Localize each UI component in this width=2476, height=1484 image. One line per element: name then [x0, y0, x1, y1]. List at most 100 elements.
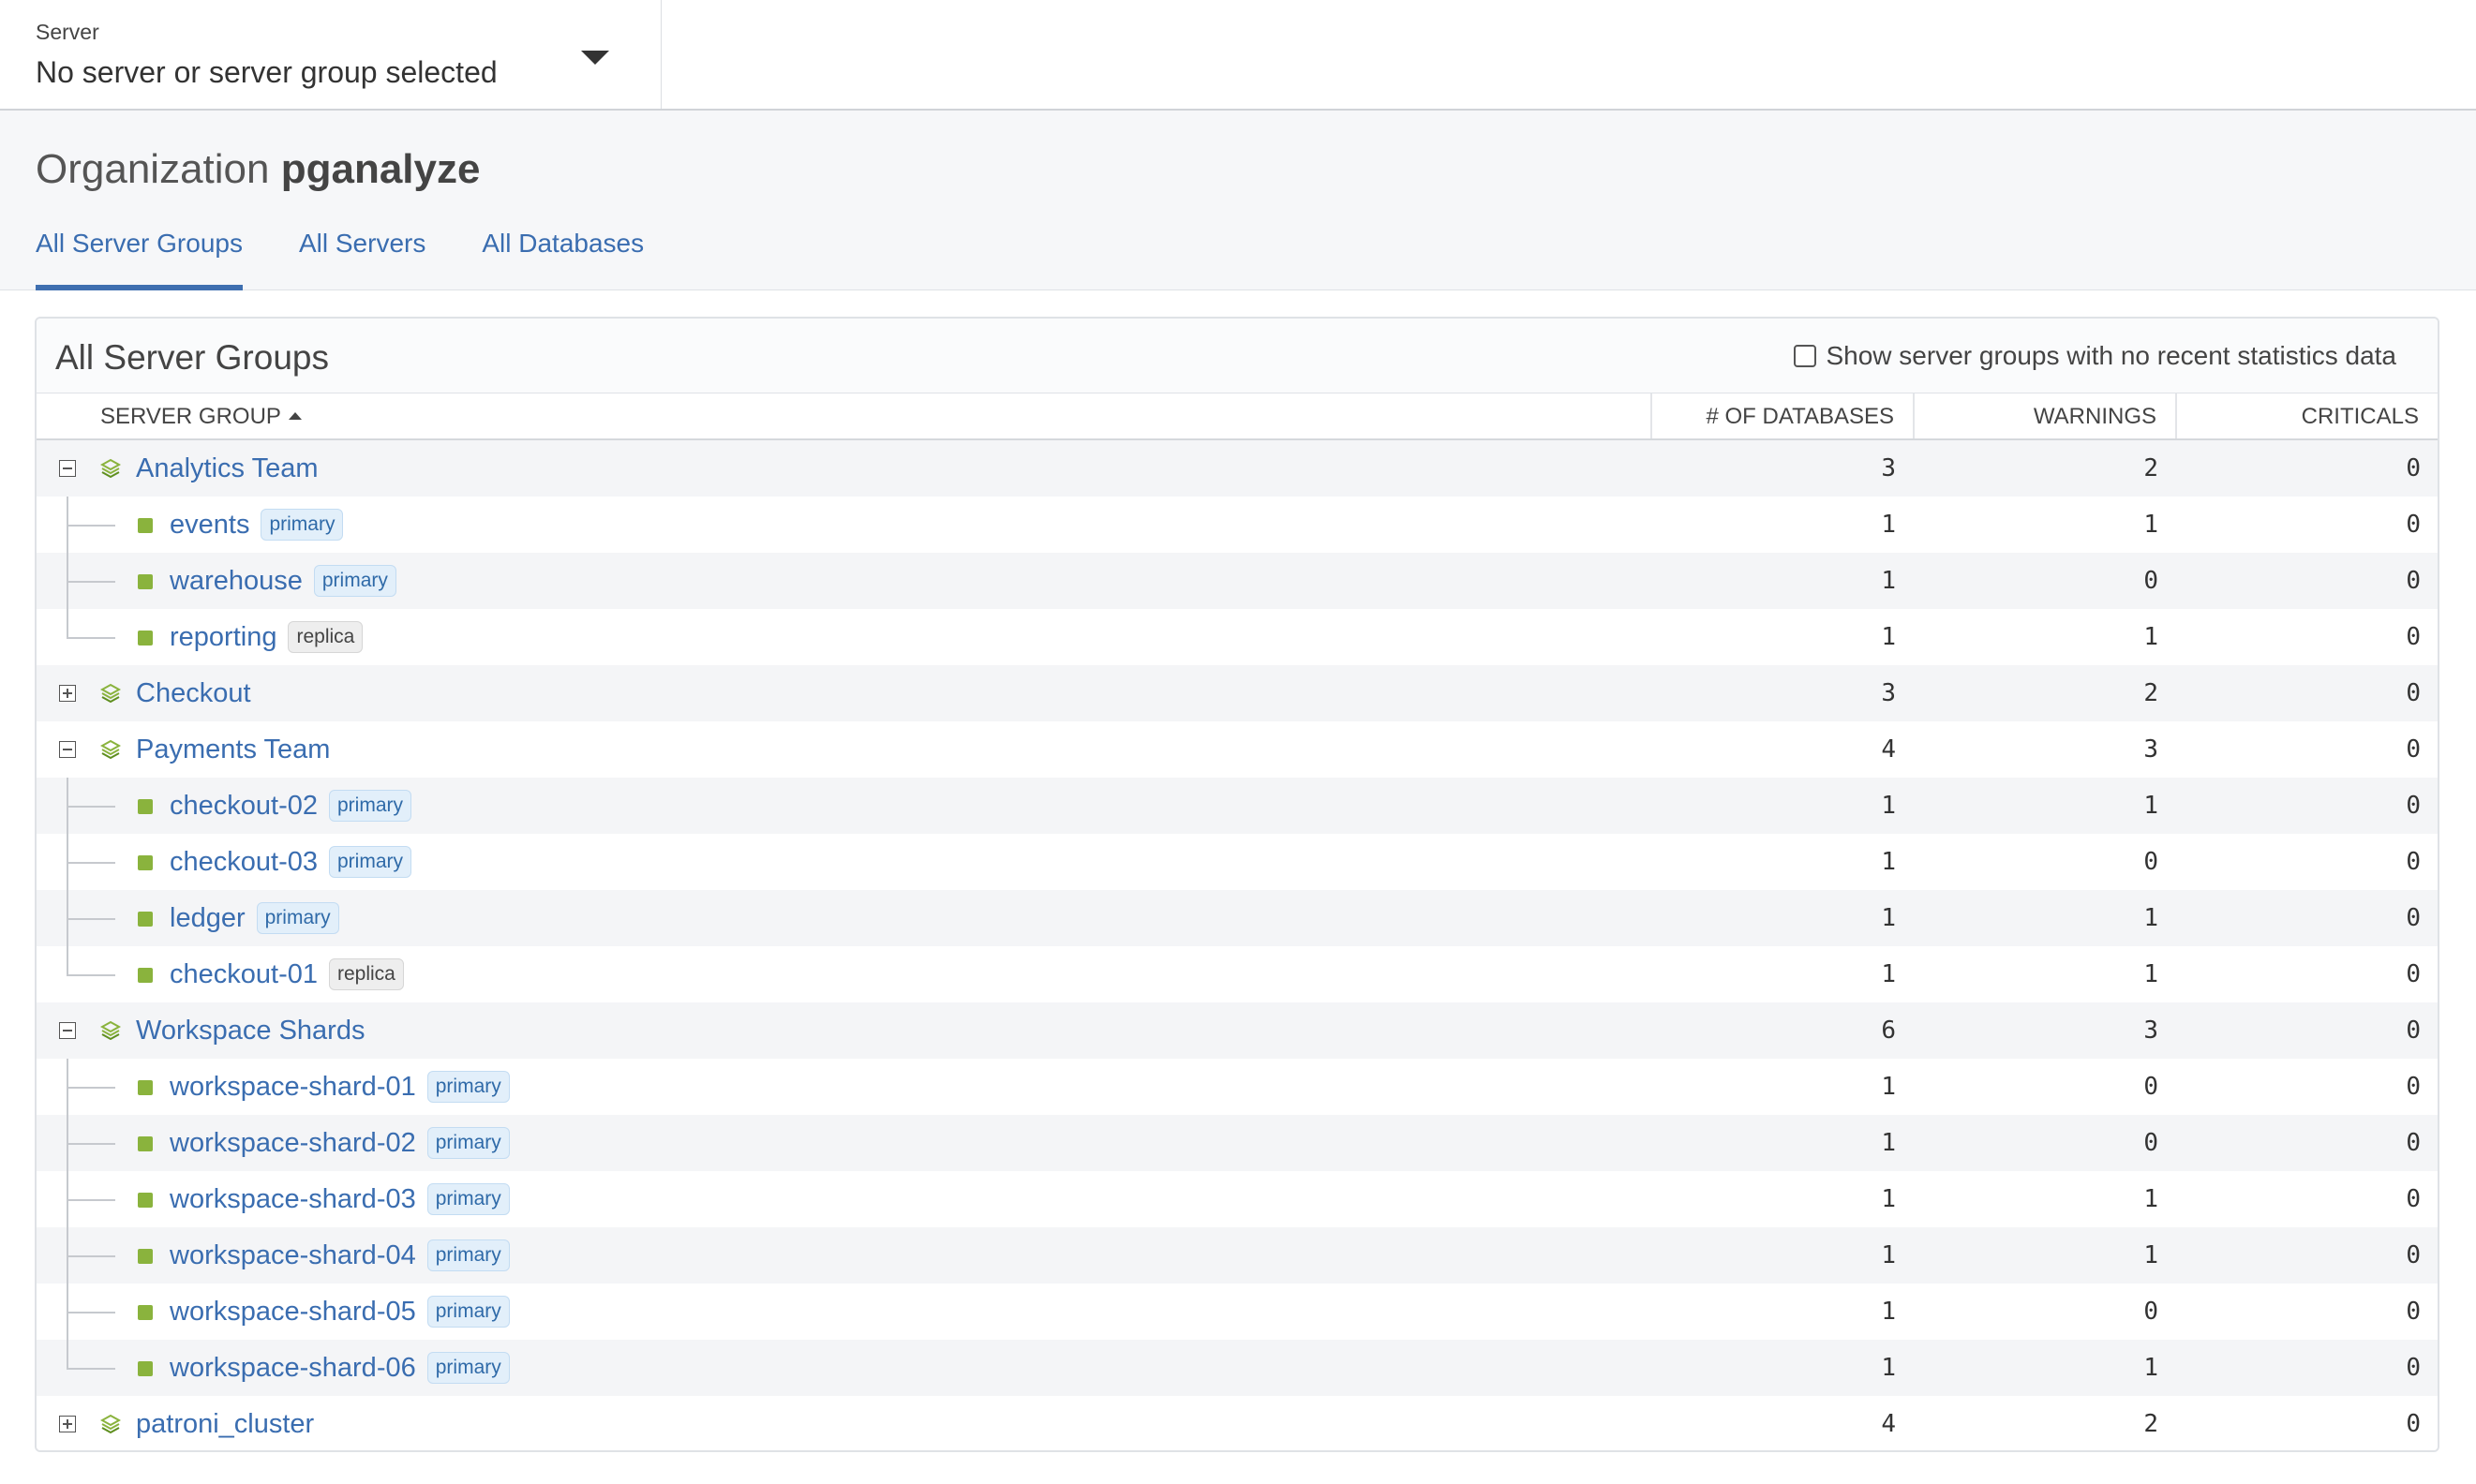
server-name-link[interactable]: workspace-shard-04: [170, 1240, 416, 1271]
table-body: Analytics Team 3 2 0 events primary 1 1 0 warehou…: [37, 440, 2438, 1450]
server-row[interactable]: reporting replica 1 1 0: [37, 609, 2438, 665]
server-name-link[interactable]: checkout-03: [170, 847, 318, 878]
criticals-count: 0: [2406, 511, 2421, 539]
server-entry: ledger primary: [170, 890, 339, 946]
organization-header: Organization pganalyze All Server Groups…: [0, 111, 2476, 290]
server-name-link[interactable]: checkout-01: [170, 959, 318, 990]
warnings-count: 1: [2143, 904, 2158, 932]
chevron-down-icon[interactable]: [581, 51, 609, 65]
server-row[interactable]: checkout-02 primary 1 1 0: [37, 778, 2438, 834]
tree-connector-line: [67, 1340, 68, 1369]
server-name-link[interactable]: workspace-shard-05: [170, 1297, 416, 1328]
warnings-count: 1: [2143, 1354, 2158, 1382]
warnings-count: 1: [2143, 623, 2158, 651]
tab-all-server-groups[interactable]: All Server Groups: [36, 225, 243, 290]
server-selector-value[interactable]: No server or server group selected: [36, 54, 661, 90]
server-name-link[interactable]: checkout-02: [170, 791, 318, 822]
tree-connector-line: [67, 946, 68, 975]
server-cell: checkout-03 primary: [37, 834, 1652, 890]
group-name-link[interactable]: Payments Team: [136, 721, 330, 778]
expand-icon[interactable]: [59, 1416, 76, 1432]
server-name-link[interactable]: workspace-shard-01: [170, 1072, 416, 1103]
server-row[interactable]: workspace-shard-05 primary 1 0 0: [37, 1284, 2438, 1340]
no-recent-data-label[interactable]: Show server groups with no recent statis…: [1826, 341, 2396, 371]
group-name-link[interactable]: Checkout: [136, 665, 251, 721]
group-row[interactable]: Analytics Team 3 2 0: [37, 440, 2438, 497]
tab-all-databases[interactable]: All Databases: [482, 225, 644, 290]
server-row[interactable]: workspace-shard-02 primary 1 0 0: [37, 1115, 2438, 1171]
server-selector[interactable]: Server No server or server group selecte…: [0, 0, 662, 109]
server-status-icon: [138, 1080, 153, 1095]
server-row[interactable]: workspace-shard-03 primary 1 1 0: [37, 1171, 2438, 1227]
collapse-icon[interactable]: [59, 741, 76, 758]
tree-branch-line: [67, 525, 115, 527]
collapse-icon[interactable]: [59, 1022, 76, 1039]
server-row[interactable]: ledger primary 1 1 0: [37, 890, 2438, 946]
column-header-criticals[interactable]: CRITICALS: [2177, 393, 2438, 438]
server-cell: workspace-shard-01 primary: [37, 1059, 1652, 1115]
criticals-count: 0: [2406, 735, 2421, 764]
tab-all-servers[interactable]: All Servers: [299, 225, 425, 290]
group-row[interactable]: patroni_cluster 4 2 0: [37, 1396, 2438, 1450]
criticals-count: 0: [2406, 1017, 2421, 1045]
server-row[interactable]: checkout-03 primary 1 0 0: [37, 834, 2438, 890]
sort-ascending-icon[interactable]: [288, 411, 302, 420]
tree-connector-line: [67, 609, 68, 638]
databases-count: 1: [1881, 1129, 1896, 1157]
server-name-link[interactable]: workspace-shard-02: [170, 1128, 416, 1159]
databases-count: 1: [1881, 960, 1896, 988]
server-row[interactable]: workspace-shard-06 primary 1 1 0: [37, 1340, 2438, 1396]
criticals-count: 0: [2406, 1410, 2421, 1438]
server-name-link[interactable]: warehouse: [170, 566, 303, 597]
server-row[interactable]: workspace-shard-04 primary 1 1 0: [37, 1227, 2438, 1284]
column-header-databases[interactable]: # OF DATABASES: [1652, 393, 1915, 438]
group-row[interactable]: Workspace Shards 6 3 0: [37, 1002, 2438, 1059]
collapse-icon[interactable]: [59, 460, 76, 477]
tree-branch-line: [67, 974, 115, 976]
server-cell: workspace-shard-06 primary: [37, 1340, 1652, 1396]
no-recent-data-filter[interactable]: Show server groups with no recent statis…: [1794, 341, 2396, 371]
warnings-count: 1: [2143, 511, 2158, 539]
role-badge: primary: [329, 846, 412, 878]
group-name-link[interactable]: Analytics Team: [136, 440, 319, 497]
server-entry: checkout-01 replica: [170, 946, 404, 1002]
no-recent-data-checkbox[interactable]: [1794, 345, 1817, 367]
group-cell: Analytics Team: [37, 440, 1652, 497]
server-cell: checkout-02 primary: [37, 778, 1652, 834]
role-badge: primary: [426, 1296, 510, 1328]
warnings-count: 1: [2143, 960, 2158, 988]
databases-count: 1: [1881, 1185, 1896, 1213]
server-status-icon: [138, 574, 153, 589]
server-group-icon: [99, 738, 122, 761]
criticals-count: 0: [2406, 848, 2421, 876]
expand-icon[interactable]: [59, 685, 76, 702]
column-header-server-group-label[interactable]: SERVER GROUP: [100, 404, 281, 429]
criticals-count: 0: [2406, 567, 2421, 595]
role-badge: primary: [261, 509, 344, 541]
server-status-icon: [138, 631, 153, 646]
server-row[interactable]: checkout-01 replica 1 1 0: [37, 946, 2438, 1002]
server-row[interactable]: warehouse primary 1 0 0: [37, 553, 2438, 609]
server-status-icon: [138, 1305, 153, 1320]
server-name-link[interactable]: workspace-shard-03: [170, 1184, 416, 1215]
tree-branch-line: [67, 1312, 115, 1313]
criticals-count: 0: [2406, 623, 2421, 651]
server-entry: workspace-shard-02 primary: [170, 1115, 510, 1171]
server-name-link[interactable]: workspace-shard-06: [170, 1353, 416, 1384]
server-group-icon: [99, 682, 122, 705]
server-name-link[interactable]: reporting: [170, 622, 276, 653]
column-header-server-group[interactable]: SERVER GROUP: [37, 393, 1652, 438]
group-name-link[interactable]: Workspace Shards: [136, 1002, 365, 1059]
server-row[interactable]: events primary 1 1 0: [37, 497, 2438, 553]
group-row[interactable]: Checkout 3 2 0: [37, 665, 2438, 721]
server-name-link[interactable]: ledger: [170, 903, 246, 934]
group-name-link[interactable]: patroni_cluster: [136, 1396, 314, 1450]
server-name-link[interactable]: events: [170, 510, 249, 541]
column-header-warnings[interactable]: WARNINGS: [1915, 393, 2177, 438]
server-row[interactable]: workspace-shard-01 primary 1 0 0: [37, 1059, 2438, 1115]
server-status-icon: [138, 1193, 153, 1208]
group-row[interactable]: Payments Team 4 3 0: [37, 721, 2438, 778]
org-name: pganalyze: [280, 146, 481, 192]
criticals-count: 0: [2406, 454, 2421, 482]
panel-title: All Server Groups: [55, 338, 329, 377]
